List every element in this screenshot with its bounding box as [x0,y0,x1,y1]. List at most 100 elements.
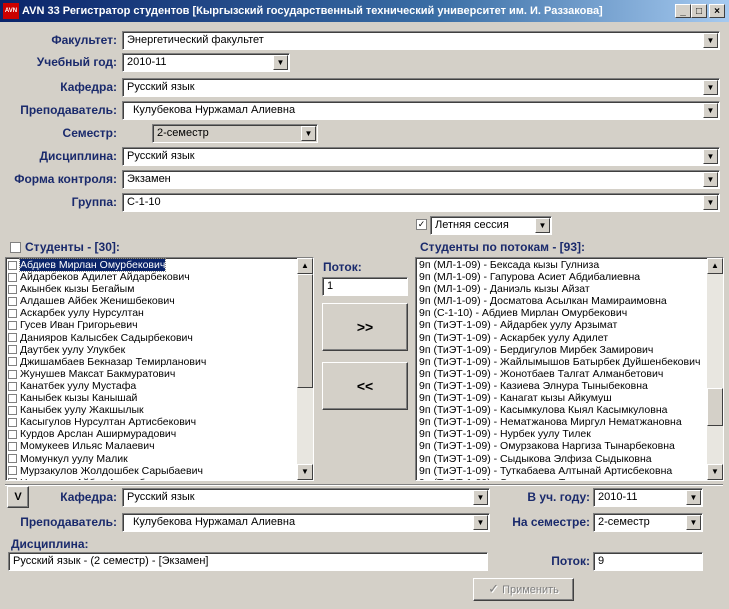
student-list-item[interactable]: Абдиев Мирлан Омурбекович [6,258,313,272]
student-checkbox[interactable] [8,442,17,452]
semester-select[interactable]: 2-семестр ▼ [152,124,318,143]
student-list-item[interactable]: Мурзакулов Жолдошбек Сарыбаевич [6,465,313,477]
stream-student-list-item[interactable]: 9п (МЛ-1-09) - Даниэль кызы Айзат [416,283,723,295]
bottom-teacher-select[interactable]: Кулубекова Нуржамал Алиевна ▼ [122,513,490,532]
discipline-select[interactable]: Русский язык ▼ [122,147,720,166]
stream-student-list-item[interactable]: 9п (МЛ-1-09) - Бексада кызы Гулниза [416,259,723,271]
bottom-department-select[interactable]: Русский язык ▼ [122,488,490,507]
title-bar[interactable]: AVN AVN 33 Регистратор студентов [Кыргыз… [0,0,729,22]
students-listbox[interactable]: Абдиев Мирлан Омурбекович Айдарбеков Адил… [5,257,314,481]
stream-student-list-item[interactable]: 9п (ТиЭТ-1-09) - Жайлымышов Батырбек Дуй… [416,356,723,368]
student-checkbox[interactable] [8,405,17,415]
close-button[interactable]: × [709,4,725,18]
move-right-button[interactable]: >> [322,303,408,351]
student-checkbox[interactable] [8,430,17,440]
students-scrollbar[interactable]: ▲ ▼ [297,258,313,480]
student-list-item[interactable]: Момукеев Ильяс Малаевич [6,440,313,452]
apply-button[interactable]: ✓ Применить [473,578,574,601]
chevron-down-icon[interactable]: ▼ [686,490,701,505]
stream-student-list-item[interactable]: 9п (ТиЭТ-1-09) - Жонотбаев Талгат Алманб… [416,368,723,380]
year-select[interactable]: 2010-11 ▼ [122,53,290,72]
student-checkbox[interactable] [8,284,17,294]
stream-scroll-thumb[interactable] [707,388,723,426]
chevron-down-icon[interactable]: ▼ [535,218,550,233]
student-checkbox[interactable] [8,454,17,464]
chevron-down-icon[interactable]: ▼ [703,195,718,210]
student-checkbox[interactable] [8,333,17,343]
student-list-item[interactable]: Момункул уулу Малик [6,453,313,465]
scroll-up-arrow-icon[interactable]: ▲ [297,258,313,274]
bottom-discipline-field[interactable]: Русский язык - (2 семестр) - [Экзамен] [8,552,488,571]
stream-student-list-item[interactable]: 9п (ТиЭТ-1-09) - Канагат кызы Айкумуш [416,392,723,404]
chevron-down-icon[interactable]: ▼ [686,515,701,530]
stream-student-list-item[interactable]: 9п (ТиЭТ-1-09) - Туткабаева Алтынай Арти… [416,465,723,477]
student-checkbox[interactable] [8,309,17,319]
stream-student-list-item[interactable]: 9п (ТиЭТ-1-09) - Омурзакова Наргиза Тына… [416,440,723,452]
faculty-select[interactable]: Энергетический факультет ▼ [122,31,720,50]
chevron-down-icon[interactable]: ▼ [473,515,488,530]
student-checkbox[interactable] [8,417,17,427]
summer-session-checkbox[interactable]: ✓ [416,219,427,230]
student-list-item[interactable]: Гусев Иван Григорьевич [6,319,313,331]
student-checkbox[interactable] [8,297,17,306]
student-list-item[interactable]: Акынбек кызы Бегайым [6,283,313,295]
chevron-down-icon[interactable]: ▼ [703,33,718,48]
chevron-down-icon[interactable]: ▼ [703,172,718,187]
stream-student-list-item[interactable]: 9п (ТиЭТ-1-09) - Сыдыкова Элфиза Сыдыков… [416,453,723,465]
student-list-item[interactable]: Канатбек уулу Мустафа [6,380,313,392]
student-checkbox[interactable] [8,357,17,367]
control-form-select[interactable]: Экзамен ▼ [122,170,720,189]
stream-student-list-item[interactable]: 9п (МЛ-1-09) - Досматова Асылкан Мамираи… [416,295,723,307]
bottom-semester-select[interactable]: 2-семестр ▼ [593,513,703,532]
bottom-stream-input[interactable]: 9 [593,552,703,571]
student-checkbox[interactable] [8,369,17,379]
stream-student-list-item[interactable]: 9п (МЛ-1-09) - Гапурова Асиет Абдибалиев… [416,271,723,283]
bottom-year-select[interactable]: 2010-11 ▼ [593,488,703,507]
summer-session-select[interactable]: Летняя сессия ▼ [430,216,552,235]
minimize-button[interactable]: _ [675,4,691,18]
student-checkbox[interactable] [8,272,17,282]
teacher-select[interactable]: Кулубекова Нуржамал Алиевна ▼ [122,101,720,120]
stream-student-list-item[interactable]: 9п (ТиЭТ-1-09) - Казиева Элнура Тыныбеко… [416,380,723,392]
student-list-item[interactable]: Касыгулов Нурсултан Артисбекович [6,416,313,428]
collapse-button[interactable]: V [7,486,29,508]
stream-input[interactable]: 1 [322,277,408,296]
student-checkbox[interactable] [8,381,17,391]
student-checkbox[interactable] [8,321,17,331]
chevron-down-icon[interactable]: ▼ [703,149,718,164]
department-select[interactable]: Русский язык ▼ [122,78,720,97]
student-list-item[interactable]: Жунушев Максат Бакмуратович [6,368,313,380]
stream-student-list-item[interactable]: 9п (ТиЭТ-1-09) - Эсенгазиев Тилек [416,477,723,480]
chevron-down-icon[interactable]: ▼ [703,80,718,95]
student-list-item[interactable]: Ниязалиев Айбек Алмазбекович [6,477,313,480]
student-list-item[interactable]: Айдарбеков Адилет Айдарбекович [6,271,313,283]
student-list-item[interactable]: Джишамбаев Бекназар Темирланович [6,356,313,368]
student-list-item[interactable]: Данияров Калысбек Садырбекович [6,332,313,344]
chevron-down-icon[interactable]: ▼ [301,126,316,141]
stream-student-list-item[interactable]: 9п (ТиЭТ-1-09) - Бердигулов Мирбек Замир… [416,344,723,356]
stream-students-scrollbar[interactable]: ▲ ▼ [707,258,723,480]
chevron-down-icon[interactable]: ▼ [473,490,488,505]
student-list-item[interactable]: Даутбек уулу Улукбек [6,344,313,356]
chevron-down-icon[interactable]: ▼ [703,103,718,118]
student-checkbox[interactable] [8,260,17,270]
student-checkbox[interactable] [8,466,17,476]
student-list-item[interactable]: Аскарбек уулу Нурсултан [6,307,313,319]
student-list-item[interactable]: Курдов Арслан Аширмурадович [6,428,313,440]
student-list-item[interactable]: Алдашев Айбек Женишбекович [6,295,313,307]
student-list-item[interactable]: Каныбек уулу Жакшылык [6,404,313,416]
select-all-students-checkbox[interactable] [10,242,21,253]
stream-student-list-item[interactable]: 9п (ТиЭТ-1-09) - Айдарбек уулу Арзымат [416,319,723,331]
scroll-down-arrow-icon[interactable]: ▼ [297,464,313,480]
student-checkbox[interactable] [8,393,17,403]
stream-student-list-item[interactable]: 9п (ТиЭТ-1-09) - Нематжанова Миргул Нема… [416,416,723,428]
stream-student-list-item[interactable]: 9п (С-1-10) - Абдиев Мирлан Омурбекович [416,307,723,319]
chevron-down-icon[interactable]: ▼ [273,55,288,70]
stream-student-list-item[interactable]: 9п (ТиЭТ-1-09) - Аскарбек уулу Адилет [416,332,723,344]
student-list-item[interactable]: Каныбек кызы Канышай [6,392,313,404]
stream-students-listbox[interactable]: 9п (МЛ-1-09) - Бексада кызы Гулниза 9п (М… [415,257,724,481]
stream-student-list-item[interactable]: 9п (ТиЭТ-1-09) - Касымкулова Кыял Касымк… [416,404,723,416]
stream-student-list-item[interactable]: 9п (ТиЭТ-1-09) - Нурбек уулу Тилек [416,428,723,440]
scroll-up-arrow-icon[interactable]: ▲ [707,258,723,274]
move-left-button[interactable]: << [322,362,408,410]
